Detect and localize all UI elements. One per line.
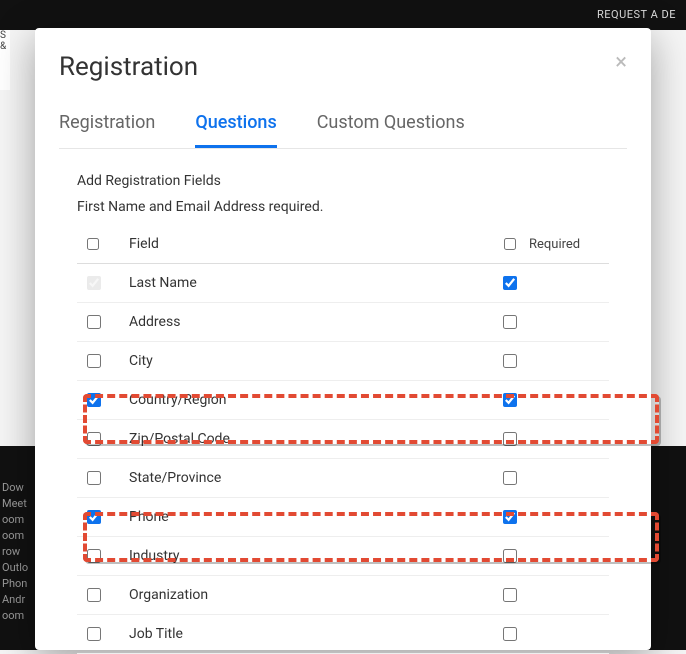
- field-enable-checkbox[interactable]: [87, 393, 101, 407]
- header-required: Required: [529, 237, 609, 252]
- background-left-fragment: S &: [0, 30, 10, 90]
- select-all-checkbox[interactable]: [87, 238, 99, 250]
- field-required-checkbox[interactable]: [503, 471, 517, 485]
- field-required-checkbox[interactable]: [503, 354, 517, 368]
- intro-required-note: First Name and Email Address required.: [77, 199, 609, 215]
- field-enable-checkbox[interactable]: [87, 627, 101, 641]
- fields-table: Field Required Last Name Address City Count…: [77, 225, 609, 654]
- require-all-checkbox[interactable]: [504, 238, 516, 250]
- field-enable-checkbox[interactable]: [87, 549, 101, 563]
- field-required-checkbox[interactable]: [503, 276, 517, 290]
- tab-questions[interactable]: Questions: [195, 104, 276, 148]
- field-enable-checkbox[interactable]: [87, 354, 101, 368]
- field-required-checkbox[interactable]: [503, 588, 517, 602]
- fields-section: Add Registration Fields First Name and E…: [59, 149, 627, 654]
- tab-registration[interactable]: Registration: [59, 104, 155, 148]
- field-enable-checkbox[interactable]: [87, 432, 101, 446]
- modal-title: Registration: [59, 52, 627, 82]
- topbar-text: REQUEST A DE: [597, 8, 676, 21]
- field-enable-checkbox[interactable]: [87, 315, 101, 329]
- field-required-checkbox[interactable]: [503, 315, 517, 329]
- field-label: Country/Region: [129, 392, 489, 408]
- table-row: Job Title: [77, 615, 609, 654]
- header-field: Field: [129, 236, 489, 252]
- field-required-checkbox[interactable]: [503, 549, 517, 563]
- table-row: Address: [77, 303, 609, 342]
- tab-bar: Registration Questions Custom Questions: [59, 104, 627, 149]
- table-row: Phone: [77, 498, 609, 537]
- table-row: City: [77, 342, 609, 381]
- field-label: Industry: [129, 548, 489, 564]
- field-required-checkbox[interactable]: [503, 432, 517, 446]
- field-label: State/Province: [129, 470, 489, 486]
- table-row: Industry: [77, 537, 609, 576]
- field-required-checkbox[interactable]: [503, 627, 517, 641]
- field-label: Zip/Postal Code: [129, 431, 489, 447]
- registration-modal: × Registration Registration Questions Cu…: [35, 28, 651, 650]
- intro-add-fields: Add Registration Fields: [77, 173, 609, 189]
- table-row: Country/Region: [77, 381, 609, 420]
- field-enable-checkbox[interactable]: [87, 510, 101, 524]
- close-icon[interactable]: ×: [615, 52, 627, 74]
- field-required-checkbox[interactable]: [503, 510, 517, 524]
- field-label: Last Name: [129, 275, 489, 291]
- field-label: Organization: [129, 587, 489, 603]
- table-row: State/Province: [77, 459, 609, 498]
- background-topbar: REQUEST A DE: [0, 0, 686, 30]
- field-label: Job Title: [129, 626, 489, 642]
- tab-custom-questions[interactable]: Custom Questions: [317, 104, 465, 148]
- field-label: Phone: [129, 509, 489, 525]
- field-enable-checkbox[interactable]: [87, 471, 101, 485]
- field-enable-checkbox[interactable]: [87, 276, 101, 290]
- field-label: City: [129, 353, 489, 369]
- table-row: Zip/Postal Code: [77, 420, 609, 459]
- field-enable-checkbox[interactable]: [87, 588, 101, 602]
- field-label: Address: [129, 314, 489, 330]
- table-row: Last Name: [77, 264, 609, 303]
- table-row: Organization: [77, 576, 609, 615]
- table-header-row: Field Required: [77, 225, 609, 264]
- field-required-checkbox[interactable]: [503, 393, 517, 407]
